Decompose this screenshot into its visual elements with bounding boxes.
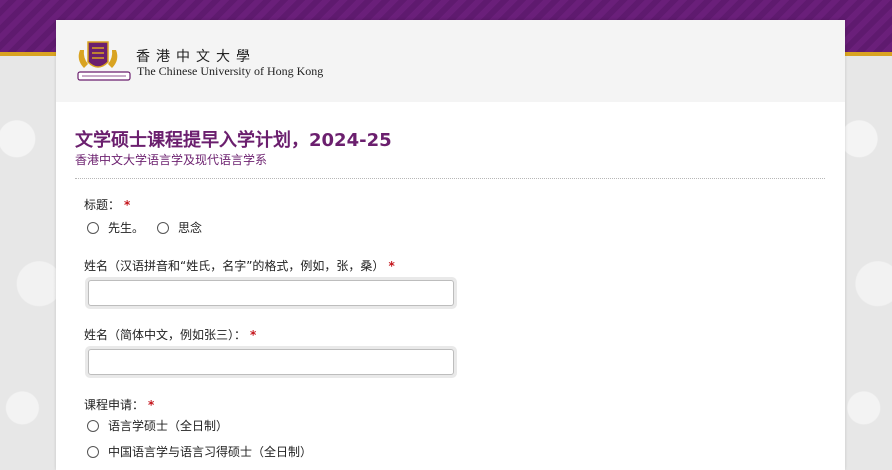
background-pattern-right: [845, 56, 892, 470]
programme-option-chinese-linguistics[interactable]: 中国语言学与语言习得硕士（全日制）: [108, 443, 312, 460]
required-mark: *: [148, 398, 155, 412]
name-chinese-label-text: 姓名（简体中文，例如张三）：: [84, 328, 247, 342]
name-pinyin-field-wrapper: [85, 277, 457, 309]
title-divider: [75, 178, 825, 179]
salutation-label: 标题： *: [84, 196, 130, 213]
salutation-option-mr[interactable]: 先生。: [108, 219, 144, 236]
name-pinyin-label-text: 姓名（汉语拼音和“姓氏，名字”的格式，例如，张，桑）: [84, 259, 385, 273]
form-subtitle: 香港中文大学语言学及现代语言学系: [75, 153, 268, 167]
salutation-option-ms[interactable]: 思念: [178, 219, 202, 236]
required-mark: *: [250, 328, 257, 342]
form-title: 文学硕士课程提早入学计划，2024-25: [75, 130, 392, 151]
name-pinyin-label: 姓名（汉语拼音和“姓氏，名字”的格式，例如，张，桑） *: [84, 257, 395, 274]
name-chinese-label: 姓名（简体中文，例如张三）： *: [84, 326, 256, 343]
salutation-radio-ms[interactable]: [157, 222, 169, 234]
salutation-radio-mr[interactable]: [87, 222, 99, 234]
name-chinese-field-wrapper: [85, 346, 457, 378]
name-pinyin-input[interactable]: [88, 280, 454, 306]
programme-option-linguistics[interactable]: 语言学硕士（全日制）: [108, 417, 228, 434]
cuhk-crest-icon: [77, 41, 131, 81]
university-name-en: The Chinese University of Hong Kong: [137, 64, 324, 78]
name-chinese-input[interactable]: [88, 349, 454, 375]
background-pattern-left: [0, 56, 56, 470]
programme-radio-linguistics[interactable]: [87, 420, 99, 432]
required-mark: *: [388, 259, 395, 273]
form-card: 香港中文大學 The Chinese University of Hong Ko…: [56, 20, 845, 470]
form-header: 香港中文大學 The Chinese University of Hong Ko…: [56, 20, 845, 102]
university-name-zh: 香港中文大學: [136, 49, 256, 65]
required-mark: *: [124, 198, 131, 212]
salutation-label-text: 标题：: [84, 198, 121, 212]
programme-radio-chinese-linguistics[interactable]: [87, 446, 99, 458]
programme-label: 课程申请： *: [84, 396, 154, 413]
programme-label-text: 课程申请：: [84, 398, 145, 412]
